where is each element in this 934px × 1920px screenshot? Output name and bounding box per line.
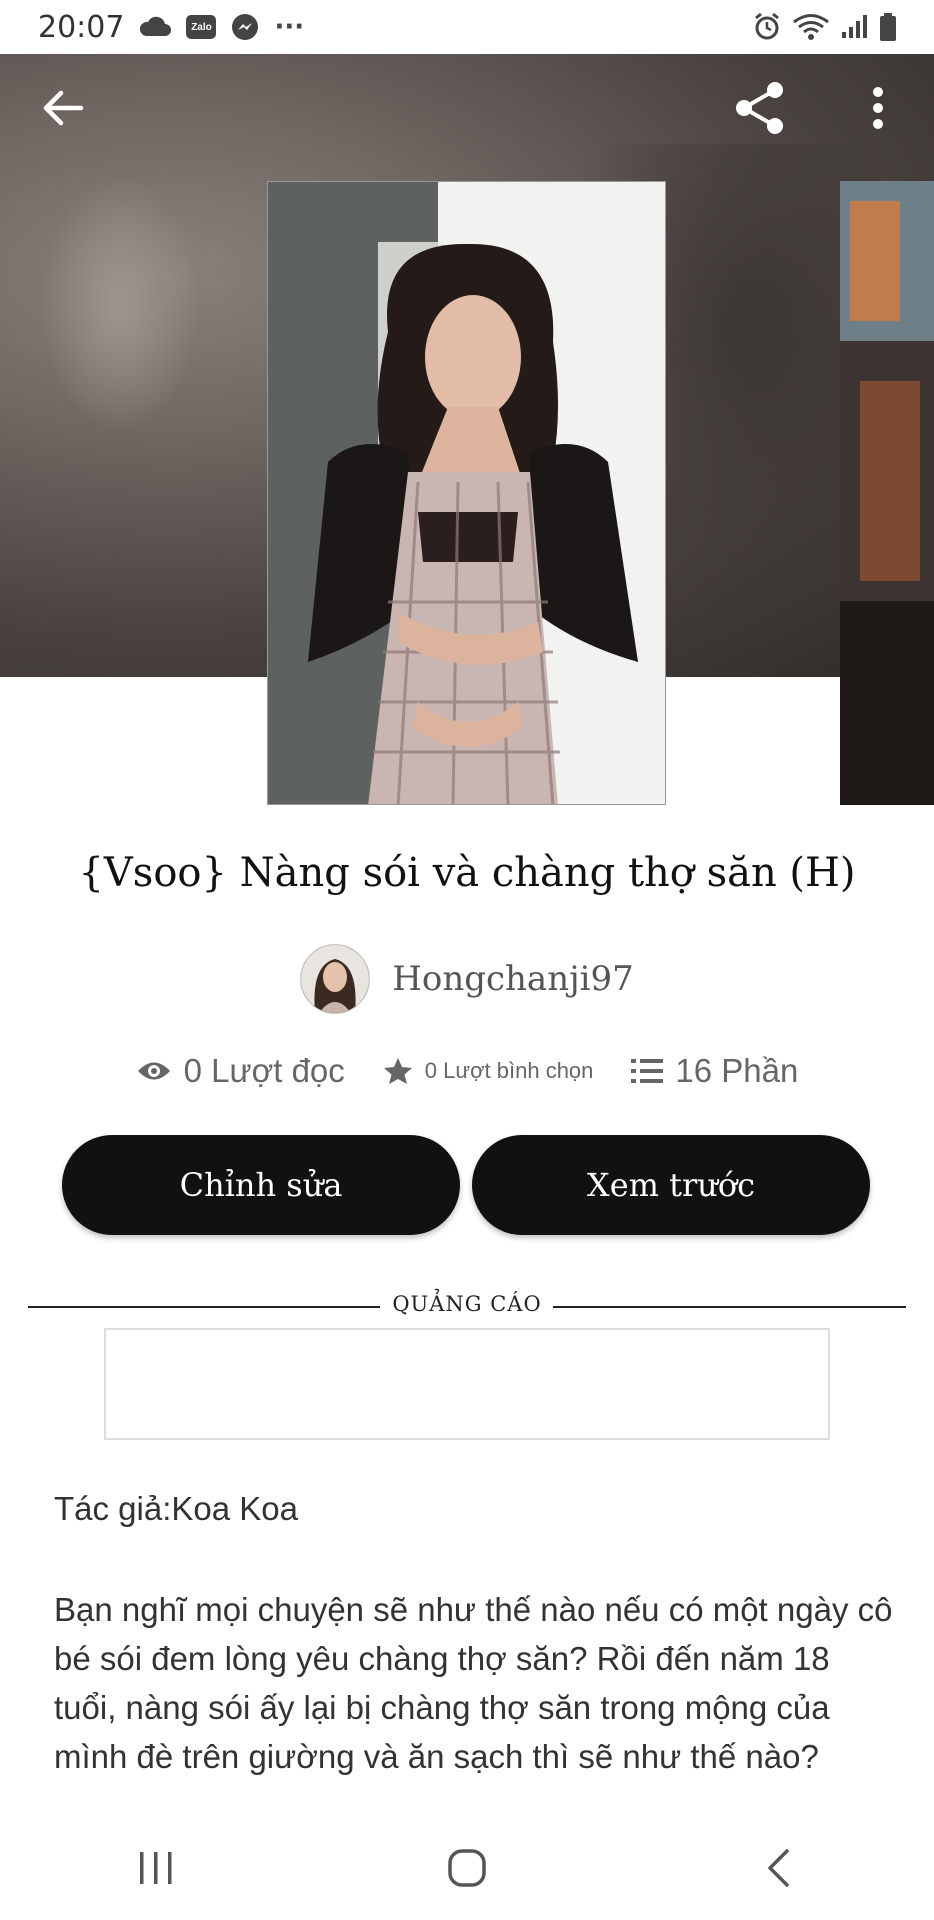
edit-button[interactable]: Chỉnh sửa — [62, 1135, 460, 1235]
cover-image — [840, 181, 934, 805]
status-bar-left: 20:07 Zalo ··· — [38, 10, 304, 45]
list-icon — [631, 1059, 664, 1083]
author-row[interactable]: Hongchanji97 — [0, 944, 934, 1014]
recent-apps-icon — [139, 1851, 172, 1884]
cover-image — [268, 182, 665, 804]
story-title: {Vsoo} Nàng sói và chàng thợ săn (H) — [78, 850, 856, 896]
home-icon — [448, 1848, 486, 1887]
eye-icon — [137, 1062, 170, 1080]
parts-stat: 16 Phần — [631, 1052, 798, 1090]
status-bar: 20:07 Zalo ··· — [0, 0, 934, 54]
reads-count: 0 Lượt đọc — [183, 1052, 345, 1089]
alarm-icon — [752, 12, 782, 42]
battery-icon — [878, 12, 898, 42]
system-back-button[interactable] — [733, 1823, 823, 1913]
reads-stat: 0 Lượt đọc — [136, 1052, 345, 1090]
ad-label: QUẢNG CÁO — [392, 1292, 542, 1316]
recent-apps-button[interactable] — [111, 1823, 201, 1913]
more-options-button[interactable] — [848, 78, 908, 138]
status-time: 20:07 — [38, 9, 125, 45]
messenger-icon — [230, 12, 260, 42]
cloud-icon — [138, 16, 172, 38]
home-button[interactable] — [422, 1823, 512, 1913]
star-icon — [383, 1058, 412, 1084]
more-vertical-icon — [873, 87, 883, 129]
signal-icon — [840, 14, 868, 40]
votes-stat: 0 Lượt bình chọn — [383, 1056, 594, 1086]
chevron-left-icon — [768, 1848, 790, 1887]
arrow-left-icon — [43, 90, 84, 126]
system-nav-bar — [0, 1815, 934, 1920]
zalo-icon: Zalo — [186, 15, 217, 39]
share-icon — [736, 82, 783, 134]
preview-button[interactable]: Xem trước — [472, 1135, 870, 1235]
avatar[interactable] — [300, 944, 371, 1014]
story-stats: 0 Lượt đọc 0 Lượt bình chọn 16 Phần — [0, 1052, 934, 1090]
wifi-icon — [792, 13, 830, 41]
votes-count: 0 Lượt bình chọn — [424, 1058, 594, 1083]
status-bar-right — [752, 12, 898, 42]
ad-slot[interactable] — [104, 1328, 830, 1440]
description-author-line: Tác giả:Koa Koa — [54, 1490, 298, 1527]
back-button[interactable] — [33, 78, 93, 138]
next-story-cover[interactable] — [840, 181, 934, 805]
backdrop-blur — [40, 174, 200, 434]
story-cover[interactable] — [267, 181, 666, 805]
author-name[interactable]: Hongchanji97 — [392, 959, 634, 999]
more-notifications-icon: ··· — [274, 12, 305, 42]
avatar-image — [301, 945, 370, 1013]
story-description: Bạn nghĩ mọi chuyện sẽ như thế nào nếu c… — [54, 1591, 893, 1775]
share-button[interactable] — [730, 78, 790, 138]
parts-count: 16 Phần — [675, 1052, 799, 1089]
